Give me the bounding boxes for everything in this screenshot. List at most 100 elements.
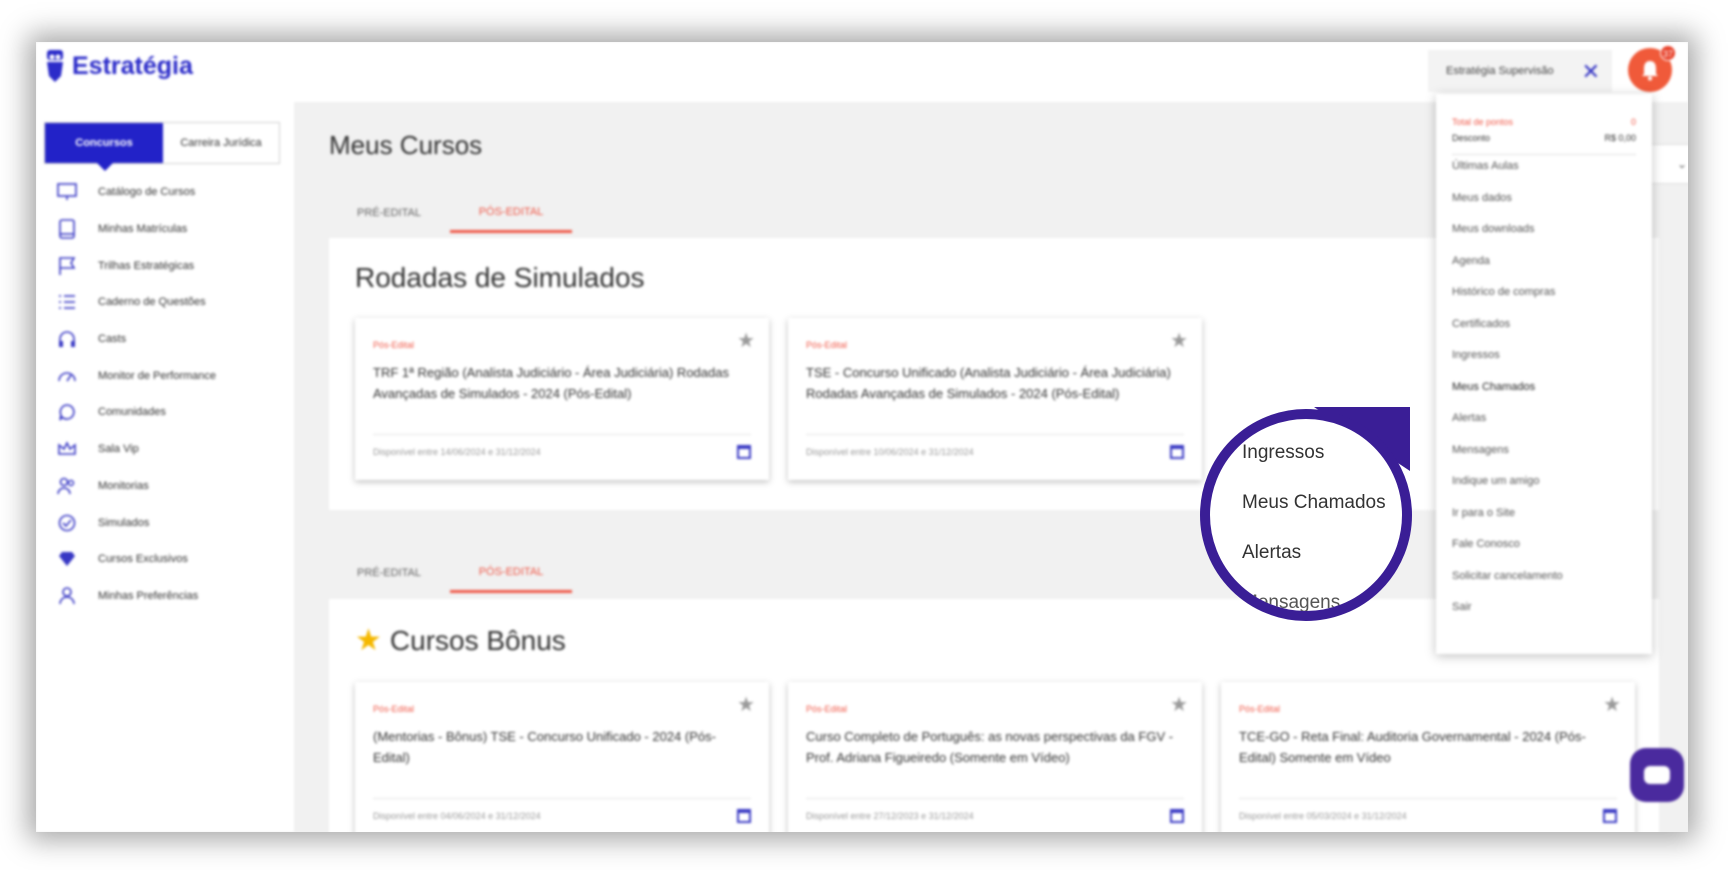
chevron-down-icon: ⌄ bbox=[1677, 157, 1688, 171]
sidebar-item-sala-vip[interactable]: Sala Vip bbox=[56, 431, 216, 468]
sidebar-item-casts[interactable]: Casts bbox=[56, 321, 216, 358]
sidebar-item-trilhas[interactable]: Trilhas Estratégicas bbox=[56, 247, 216, 284]
points-row: Total de pontos 0 bbox=[1452, 114, 1636, 130]
points-value: 0 bbox=[1630, 117, 1636, 127]
menu-item-ir-para-site[interactable]: Ir para o Site bbox=[1452, 507, 1563, 539]
sidebar-item-monitor-performance[interactable]: Monitor de Performance bbox=[56, 357, 216, 394]
page-title: Meus Cursos bbox=[329, 130, 483, 160]
sidebar-nav: Catálogo de Cursos Minhas Matrículas Tri… bbox=[56, 174, 216, 614]
card-footer: Disponível entre 05/03/2024 e 31/12/2024 bbox=[1239, 798, 1617, 823]
sidebar-item-monitorias[interactable]: Monitorias bbox=[56, 468, 216, 505]
gauge-icon bbox=[56, 365, 78, 387]
favorite-star-icon[interactable]: ★ bbox=[737, 692, 755, 717]
account-dropdown-menu: Total de pontos 0 Desconto R$ 0,00 Últim… bbox=[1436, 94, 1652, 654]
points-label: Total de pontos bbox=[1452, 117, 1514, 127]
tab-pos-edital[interactable]: PÓS-EDITAL bbox=[450, 553, 572, 593]
favorite-star-icon[interactable]: ★ bbox=[737, 328, 755, 353]
card-footer: Disponível entre 10/06/2024 e 31/12/2024 bbox=[806, 434, 1184, 459]
magnified-items: Ingressos Meus Chamados Alertas Mensagen… bbox=[1242, 441, 1386, 611]
monitor-icon bbox=[56, 181, 78, 203]
flag-icon bbox=[56, 255, 78, 277]
course-card[interactable]: Pós-Edital ★ TRF 1ª Região (Analista Jud… bbox=[355, 318, 769, 480]
card-availability: Disponível entre 14/06/2024 e 31/12/2024 bbox=[373, 447, 541, 457]
course-card[interactable]: Pós-Edital ★ (Mentorias - Bônus) TSE - C… bbox=[355, 682, 769, 832]
card-title[interactable]: TSE - Concurso Unificado (Analista Judic… bbox=[806, 362, 1176, 404]
notifications-button[interactable]: 37 bbox=[1628, 45, 1676, 92]
sidebar-item-label: Minhas Matrículas bbox=[98, 223, 188, 236]
sidebar-item-label: Monitorias bbox=[98, 479, 149, 492]
chat-button[interactable] bbox=[1630, 748, 1684, 802]
tab-pos-edital[interactable]: PÓS-EDITAL bbox=[450, 193, 572, 233]
tabs-section-2: PRÉ-EDITAL PÓS-EDITAL bbox=[328, 553, 572, 593]
card-footer: Disponível entre 27/12/2023 e 31/12/2024 bbox=[806, 798, 1184, 823]
magnified-meus-chamados: Meus Chamados bbox=[1242, 492, 1386, 513]
sidebar-item-simulados[interactable]: Simulados bbox=[56, 504, 216, 541]
sidebar-item-label: Simulados bbox=[98, 516, 150, 529]
segment-concursos[interactable]: Concursos bbox=[45, 123, 163, 171]
logo[interactable]: Estratégia bbox=[44, 48, 193, 84]
magnifier-callout: Ingressos Meus Chamados Alertas Mensagen… bbox=[1200, 409, 1412, 621]
favorite-star-icon[interactable]: ★ bbox=[1603, 692, 1621, 717]
account-label: Estratégia Supervisão bbox=[1446, 65, 1554, 77]
app-window: Estratégia Estratégia Supervisão ✕ 37 Co… bbox=[36, 42, 1688, 832]
calendar-icon[interactable] bbox=[1170, 445, 1184, 459]
menu-item-meus-dados[interactable]: Meus dados bbox=[1452, 192, 1563, 224]
bell-icon bbox=[1642, 61, 1658, 81]
crown-icon bbox=[56, 438, 78, 460]
menu-item-indique-amigo[interactable]: Indique um amigo bbox=[1452, 475, 1563, 507]
card-availability: Disponível entre 04/06/2024 e 31/12/2024 bbox=[373, 811, 541, 821]
chat-icon bbox=[1644, 766, 1670, 784]
card-title[interactable]: TRF 1ª Região (Analista Judiciário - Áre… bbox=[373, 362, 743, 404]
card-footer: Disponível entre 04/06/2024 e 31/12/2024 bbox=[373, 798, 751, 823]
menu-item-mensagens[interactable]: Mensagens bbox=[1452, 444, 1563, 476]
course-card[interactable]: Pós-Edital ★ Curso Completo de Português… bbox=[788, 682, 1202, 832]
menu-item-fale-conosco[interactable]: Fale Conosco bbox=[1452, 538, 1563, 570]
card-tag: Pós-Edital bbox=[373, 704, 415, 714]
menu-item-alertas[interactable]: Alertas bbox=[1452, 412, 1563, 444]
card-title[interactable]: TCE-GO - Reta Final: Auditoria Govername… bbox=[1239, 726, 1609, 768]
calendar-icon[interactable] bbox=[1603, 809, 1617, 823]
close-icon[interactable]: ✕ bbox=[1582, 59, 1600, 85]
sidebar-item-catalogo[interactable]: Catálogo de Cursos bbox=[56, 174, 216, 211]
sidebar-item-comunidades[interactable]: Comunidades bbox=[56, 394, 216, 431]
account-chip[interactable]: Estratégia Supervisão ✕ bbox=[1428, 50, 1612, 92]
menu-item-agenda[interactable]: Agenda bbox=[1452, 255, 1563, 287]
favorite-star-icon[interactable]: ★ bbox=[1170, 328, 1188, 353]
tab-pre-edital[interactable]: PRÉ-EDITAL bbox=[328, 553, 450, 593]
discount-row: Desconto R$ 0,00 bbox=[1452, 130, 1636, 146]
sidebar-item-cursos-exclusivos[interactable]: Cursos Exclusivos bbox=[56, 541, 216, 578]
favorite-star-icon[interactable]: ★ bbox=[1170, 692, 1188, 717]
menu-item-certificados[interactable]: Certificados bbox=[1452, 318, 1563, 350]
course-card[interactable]: Pós-Edital ★ TCE-GO - Reta Final: Audito… bbox=[1221, 682, 1635, 832]
course-card[interactable]: Pós-Edital ★ TSE - Concurso Unificado (A… bbox=[788, 318, 1202, 480]
check-circle-icon bbox=[56, 512, 78, 534]
top-bar: Estratégia Estratégia Supervisão ✕ 37 bbox=[36, 42, 1688, 102]
card-title[interactable]: (Mentorias - Bônus) TSE - Concurso Unifi… bbox=[373, 726, 743, 768]
sidebar-item-caderno[interactable]: Caderno de Questões bbox=[56, 284, 216, 321]
sidebar-item-preferencias[interactable]: Minhas Preferências bbox=[56, 578, 216, 615]
menu-item-meus-downloads[interactable]: Meus downloads bbox=[1452, 223, 1563, 255]
tab-pre-edital[interactable]: PRÉ-EDITAL bbox=[328, 193, 450, 233]
menu-item-ingressos[interactable]: Ingressos bbox=[1452, 349, 1563, 381]
star-icon: ★ bbox=[355, 624, 382, 657]
blurred-background: Estratégia Estratégia Supervisão ✕ 37 Co… bbox=[36, 42, 1688, 832]
sidebar-item-label: Caderno de Questões bbox=[98, 296, 206, 309]
calendar-icon[interactable] bbox=[1170, 809, 1184, 823]
segment-carreira-juridica[interactable]: Carreira Jurídica bbox=[163, 123, 279, 163]
card-title[interactable]: Curso Completo de Português: as novas pe… bbox=[806, 726, 1176, 768]
menu-item-meus-chamados[interactable]: Meus Chamados bbox=[1452, 381, 1563, 413]
sidebar-item-label: Cursos Exclusivos bbox=[98, 553, 188, 566]
discount-label: Desconto bbox=[1452, 133, 1491, 143]
menu-item-sair[interactable]: Sair bbox=[1452, 601, 1563, 633]
magnified-ingressos: Ingressos bbox=[1242, 442, 1325, 463]
calendar-icon[interactable] bbox=[737, 445, 751, 459]
menu-item-historico-compras[interactable]: Histórico de compras bbox=[1452, 286, 1563, 318]
section-title-text: Cursos Bônus bbox=[389, 624, 566, 656]
menu-item-ultimas-aulas[interactable]: Últimas Aulas bbox=[1452, 160, 1563, 192]
calendar-icon[interactable] bbox=[737, 809, 751, 823]
section-title: Rodadas de Simulados bbox=[355, 262, 645, 293]
career-switch: Concursos Carreira Jurídica bbox=[44, 122, 280, 171]
menu-item-solicitar-cancelamento[interactable]: Solicitar cancelamento bbox=[1452, 570, 1563, 602]
user-icon bbox=[56, 585, 78, 607]
sidebar-item-matriculas[interactable]: Minhas Matrículas bbox=[56, 211, 216, 248]
